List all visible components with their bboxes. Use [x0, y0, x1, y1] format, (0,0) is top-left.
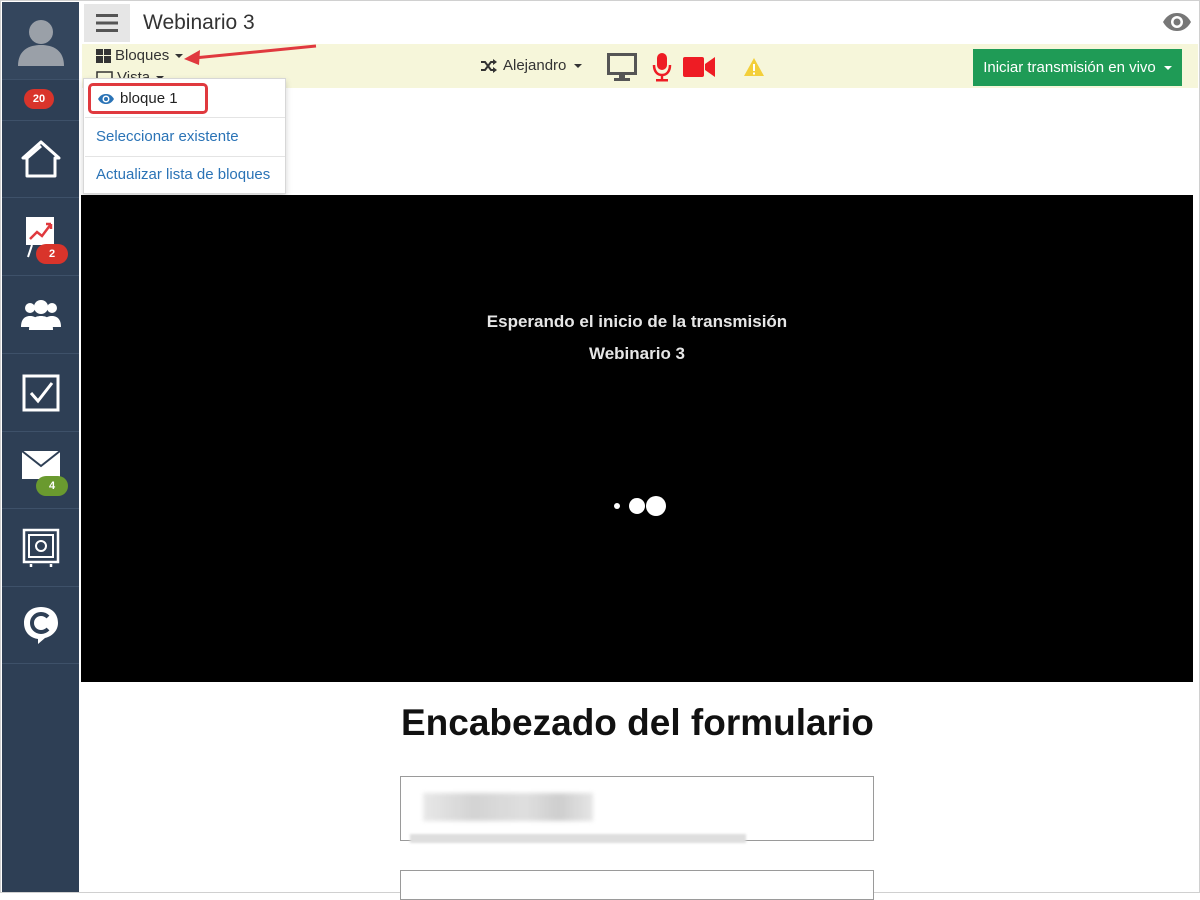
microphone-button[interactable]	[648, 52, 676, 82]
start-live-label: Iniciar transmisión en vivo	[983, 59, 1156, 76]
warning-indicator[interactable]	[742, 52, 766, 82]
user-avatar[interactable]	[2, 2, 79, 80]
form-heading: Encabezado del formulario	[401, 702, 874, 743]
sidebar-item-users[interactable]	[2, 276, 79, 354]
camera-button[interactable]	[682, 52, 716, 82]
dropdown-divider	[85, 117, 285, 118]
sidebar-item-tasks[interactable]	[2, 354, 79, 432]
checkbox-icon	[22, 374, 59, 411]
mail-badge: 4	[36, 476, 68, 496]
sidebar-item-safe[interactable]	[2, 509, 79, 587]
shuffle-icon	[481, 58, 497, 73]
chevron-down-icon	[1163, 65, 1172, 70]
eye-icon	[98, 93, 114, 104]
top-bar: Webinario 3	[82, 2, 1198, 44]
dropdown-item-bloque-1[interactable]: bloque 1	[88, 83, 208, 114]
sidebar-item-analytics[interactable]: 2	[2, 198, 79, 276]
grid-icon	[96, 48, 111, 63]
c-chat-icon	[23, 607, 58, 644]
warning-icon	[744, 58, 764, 76]
presenter-label: Alejandro	[503, 57, 567, 74]
annotation-arrow	[184, 44, 317, 65]
sidebar-item-home[interactable]	[2, 121, 79, 198]
blurred-text-line	[410, 834, 746, 843]
hamburger-menu-button[interactable]	[84, 4, 130, 42]
screen-share-button[interactable]	[606, 52, 638, 82]
blurred-field-content	[423, 793, 593, 821]
analytics-badge: 2	[36, 244, 68, 264]
waiting-status-text: Esperando el inicio de la transmisión	[486, 312, 788, 331]
video-camera-icon	[683, 57, 715, 77]
presenter-selector[interactable]: Alejandro	[481, 57, 583, 74]
dropdown-item-refresh-list[interactable]: Actualizar lista de bloques	[96, 166, 270, 183]
microphone-icon	[652, 53, 672, 82]
form-field-1[interactable]	[400, 776, 874, 841]
bloques-label: Bloques	[115, 47, 170, 64]
chevron-down-icon	[574, 63, 583, 68]
sidebar: 20 2 4	[2, 2, 79, 892]
safe-icon	[22, 528, 59, 567]
users-group-icon	[20, 299, 61, 330]
start-live-button[interactable]: Iniciar transmisión en vivo	[973, 49, 1182, 86]
form-field-2[interactable]	[400, 870, 874, 900]
hamburger-icon	[96, 14, 118, 32]
dropdown-divider	[85, 156, 285, 157]
monitor-icon	[607, 53, 637, 81]
media-controls	[606, 52, 766, 82]
dropdown-item-select-existing[interactable]: Seleccionar existente	[96, 128, 239, 145]
sidebar-item-chat[interactable]	[2, 587, 79, 664]
loading-dots-icon	[614, 496, 666, 516]
video-webinar-name: Webinario 3	[588, 344, 686, 363]
bloques-menu-button[interactable]: Bloques	[96, 47, 184, 64]
bloques-dropdown: bloque 1 Seleccionar existente Actualiza…	[83, 78, 286, 194]
notifications-row[interactable]: 20	[2, 80, 79, 121]
page-title: Webinario 3	[143, 11, 255, 34]
eye-icon	[1163, 13, 1191, 31]
sidebar-item-mail[interactable]: 4	[2, 432, 79, 509]
video-player[interactable]: Esperando el inicio de la transmisión We…	[81, 195, 1193, 682]
user-silhouette-icon	[17, 19, 64, 66]
preview-button[interactable]	[1162, 12, 1192, 37]
notifications-badge: 20	[24, 89, 54, 109]
bloque-1-label: bloque 1	[120, 90, 178, 107]
home-icon	[21, 140, 60, 178]
